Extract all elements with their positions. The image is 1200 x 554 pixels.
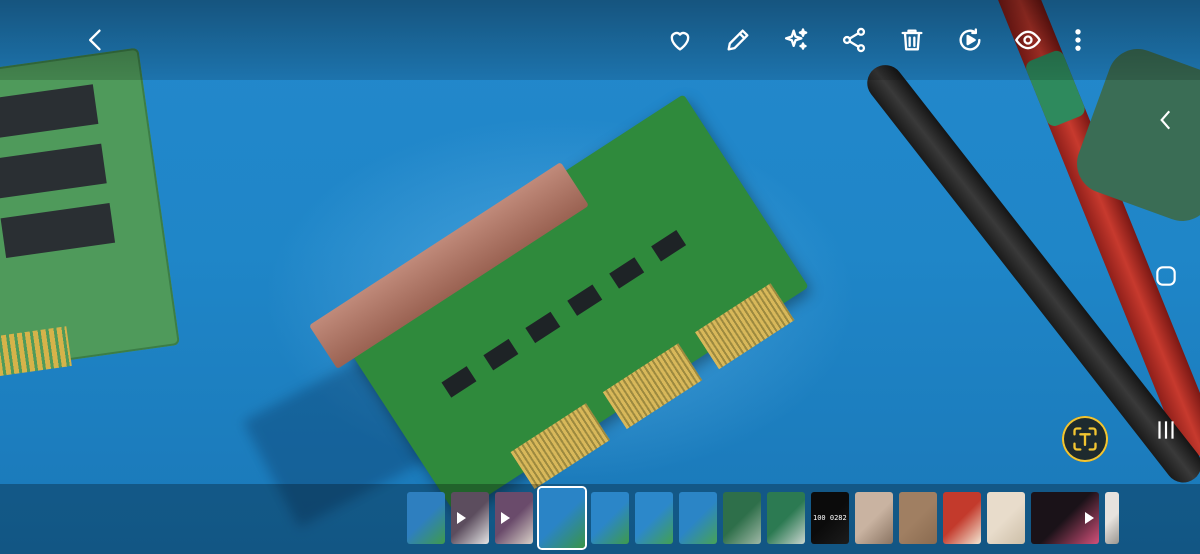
eye-icon <box>1015 30 1041 50</box>
system-recents-button[interactable] <box>1148 412 1184 448</box>
ai-enhance-button[interactable] <box>778 22 814 58</box>
filmstrip-thumbnail[interactable] <box>899 492 937 544</box>
back-arrow-icon <box>89 29 101 51</box>
play-circle-icon <box>959 28 981 51</box>
chevron-left-icon <box>1160 110 1171 130</box>
three-bars-icon <box>1158 421 1174 439</box>
heart-icon <box>670 31 690 51</box>
top-toolbar <box>0 0 1200 80</box>
filmstrip-thumbnail[interactable] <box>679 492 717 544</box>
more-options-button[interactable] <box>1060 22 1096 58</box>
photo-view[interactable] <box>0 0 1200 554</box>
filmstrip-thumbnail[interactable] <box>987 492 1025 544</box>
filmstrip-thumbnail[interactable] <box>855 492 893 544</box>
system-navigation-bar <box>1130 80 1200 480</box>
sparkle-icon <box>784 28 808 50</box>
back-button[interactable] <box>78 22 114 58</box>
filmstrip-thumbnail[interactable] <box>1031 492 1099 544</box>
system-back-button[interactable] <box>1148 102 1184 138</box>
filmstrip-thumbnail[interactable] <box>723 492 761 544</box>
video-play-icon <box>1085 512 1094 524</box>
filmstrip-thumbnails: 100 0282 080 <box>407 486 1119 550</box>
video-play-icon <box>501 512 510 524</box>
thumbnail-label: 100 0282 080 <box>813 514 847 522</box>
view-button[interactable] <box>1010 22 1046 58</box>
filmstrip-thumbnail[interactable] <box>1105 492 1119 544</box>
filmstrip: 100 0282 080 <box>0 484 1200 554</box>
edit-button[interactable] <box>720 22 756 58</box>
video-play-icon <box>457 512 466 524</box>
share-button[interactable] <box>836 22 872 58</box>
filmstrip-thumbnail[interactable] <box>451 492 489 544</box>
photo-ram-module <box>0 47 180 379</box>
pencil-icon <box>727 29 749 51</box>
filmstrip-thumbnail[interactable] <box>407 492 445 544</box>
filmstrip-thumbnail[interactable]: 100 0282 080 <box>811 492 849 544</box>
system-home-button[interactable] <box>1148 258 1184 294</box>
filmstrip-thumbnail[interactable] <box>495 492 533 544</box>
filmstrip-thumbnail[interactable] <box>591 492 629 544</box>
remaster-button[interactable] <box>952 22 988 58</box>
rounded-square-icon <box>1156 266 1176 286</box>
share-icon <box>842 27 866 53</box>
text-scan-icon <box>1073 427 1097 451</box>
filmstrip-thumbnail[interactable] <box>943 492 981 544</box>
delete-button[interactable] <box>894 22 930 58</box>
trash-icon <box>901 29 923 51</box>
more-vertical-icon <box>1075 29 1081 51</box>
filmstrip-thumbnail[interactable] <box>767 492 805 544</box>
filmstrip-thumbnail[interactable] <box>635 492 673 544</box>
filmstrip-thumbnail-active[interactable] <box>537 486 587 550</box>
favorite-button[interactable] <box>662 22 698 58</box>
extract-text-button[interactable] <box>1062 416 1108 462</box>
